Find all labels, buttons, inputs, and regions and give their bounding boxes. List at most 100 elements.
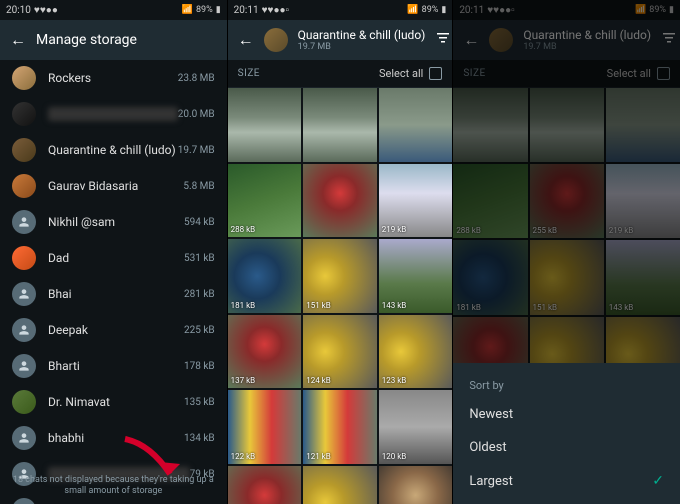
avatar <box>12 174 36 198</box>
thumb-size: 123 kB <box>382 376 407 385</box>
media-grid: 288 kB 219 kB 181 kB 151 kB 143 kB 137 kB 124 … <box>228 88 453 504</box>
media-thumb[interactable]: 121 kB <box>303 390 377 464</box>
thumb-size: 137 kB <box>231 376 256 385</box>
media-thumb[interactable]: 119 kB <box>303 466 377 504</box>
chat-size: 20.0 MB <box>178 109 215 120</box>
chat-item[interactable]: ██████20.0 MB <box>0 96 227 132</box>
thumb-size: 151 kB <box>306 301 331 310</box>
sort-icon[interactable] <box>435 30 451 50</box>
chat-item[interactable]: Dr. Nimavat135 kB <box>0 384 227 420</box>
header: ← Quarantine & chill (ludo) 19.7 MB <box>228 20 453 60</box>
panel-sort-sheet: 20:11♥♥●●▫ 📶89%▮ ← Quarantine & chill (l… <box>453 0 680 504</box>
back-icon[interactable]: ← <box>10 30 26 50</box>
chat-item[interactable]: Rockers23.8 MB <box>0 60 227 96</box>
chat-item[interactable]: Quarantine & chill (ludo)19.7 MB <box>0 132 227 168</box>
chat-item[interactable]: Gaurav Bidasaria5.8 MB <box>0 168 227 204</box>
avatar <box>12 318 36 342</box>
thumb-size: 219 kB <box>382 225 407 234</box>
thumb-size: 288 kB <box>231 225 256 234</box>
sort-option[interactable]: Largest✓ <box>453 464 680 498</box>
avatar <box>12 282 36 306</box>
media-thumb[interactable]: 143 kB <box>379 239 453 313</box>
media-thumb[interactable]: 219 kB <box>379 164 453 238</box>
chat-item[interactable]: Dad531 kB <box>0 240 227 276</box>
avatar <box>12 498 36 504</box>
media-thumb[interactable]: 288 kB <box>228 164 302 238</box>
chat-name: Dr. Nimavat <box>48 395 184 409</box>
chat-size: 19.7 MB <box>298 42 426 52</box>
media-thumb[interactable] <box>303 164 377 238</box>
media-thumb[interactable]: 119 kB <box>228 466 302 504</box>
thumb-size: 181 kB <box>231 301 256 310</box>
chat-name: Quarantine & chill (ludo) <box>48 143 178 157</box>
media-thumb[interactable]: 123 kB <box>379 315 453 389</box>
select-all[interactable]: Select all <box>379 67 442 80</box>
chat-item[interactable]: Nikhil @sam594 kB <box>0 204 227 240</box>
chat-name: bhabhi <box>48 431 184 445</box>
status-time: 20:11 <box>234 5 259 16</box>
chat-list: Rockers23.8 MB██████20.0 MBQuarantine & … <box>0 60 227 504</box>
sort-title: Sort by <box>453 373 680 398</box>
chat-name: Bharti <box>48 359 184 373</box>
chat-title: Quarantine & chill (ludo) <box>298 28 426 42</box>
chat-name: Dad <box>48 251 184 265</box>
chat-size: 178 kB <box>184 361 215 372</box>
avatar <box>12 426 36 450</box>
page-title: Manage storage <box>36 32 217 48</box>
check-icon: ✓ <box>652 473 664 489</box>
chat-size: 134 kB <box>184 433 215 444</box>
thumb-size: 124 kB <box>306 376 331 385</box>
avatar <box>12 210 36 234</box>
chat-item[interactable]: Bharti178 kB <box>0 348 227 384</box>
thumb-size: 120 kB <box>382 452 407 461</box>
media-thumb[interactable]: 124 kB <box>303 315 377 389</box>
avatar <box>12 390 36 414</box>
chat-name: ██████ <box>48 107 178 121</box>
avatar <box>12 102 36 126</box>
chat-size: 594 kB <box>184 217 215 228</box>
sort-bottom-sheet: Sort by NewestOldestLargest✓ <box>453 363 680 504</box>
status-bar: 20:11♥♥●●▫ 📶89%▮ <box>228 0 453 20</box>
chat-avatar <box>264 28 288 52</box>
media-thumb[interactable]: 181 kB <box>228 239 302 313</box>
sort-option[interactable]: Oldest <box>453 431 680 464</box>
chat-name: Gaurav Bidasaria <box>48 179 183 193</box>
chat-name: Deepak <box>48 323 184 337</box>
avatar <box>12 138 36 162</box>
avatar <box>12 66 36 90</box>
chat-size: 5.8 MB <box>183 181 214 192</box>
chat-item[interactable]: bhabhi134 kB <box>0 420 227 456</box>
chat-size: 19.7 MB <box>178 145 215 156</box>
chat-name: Bhai <box>48 287 184 301</box>
thumb-size: 121 kB <box>306 452 331 461</box>
avatar <box>12 246 36 270</box>
media-thumb[interactable]: 137 kB <box>228 315 302 389</box>
panel-media-grid: 20:11♥♥●●▫ 📶89%▮ ← Quarantine & chill (l… <box>227 0 454 504</box>
chat-size: 225 kB <box>184 325 215 336</box>
size-row: SIZE Select all <box>228 60 453 88</box>
status-battery: 89% <box>196 5 213 15</box>
chat-size: 281 kB <box>184 289 215 300</box>
media-thumb[interactable] <box>228 88 302 162</box>
header: ← Manage storage <box>0 20 227 60</box>
footer-note: 18 chats not displayed because they're t… <box>0 475 227 498</box>
avatar <box>12 354 36 378</box>
media-thumb[interactable]: 151 kB <box>303 239 377 313</box>
status-bar: 20:10♥♥●● 📶89%▮ <box>0 0 227 20</box>
thumb-size: 143 kB <box>382 301 407 310</box>
size-label: SIZE <box>238 68 260 79</box>
media-thumb[interactable]: 102 kB <box>379 466 453 504</box>
chat-name: Rockers <box>48 71 178 85</box>
back-icon[interactable]: ← <box>238 30 254 50</box>
chat-size: 135 kB <box>184 397 215 408</box>
chat-item[interactable]: Deepak225 kB <box>0 312 227 348</box>
chat-name: Nikhil @sam <box>48 215 184 229</box>
checkbox-icon[interactable] <box>429 67 442 80</box>
media-thumb[interactable] <box>379 88 453 162</box>
media-thumb[interactable]: 120 kB <box>379 390 453 464</box>
status-time: 20:10 <box>6 5 31 16</box>
chat-item[interactable]: Bhai281 kB <box>0 276 227 312</box>
media-thumb[interactable]: 122 kB <box>228 390 302 464</box>
media-thumb[interactable] <box>303 88 377 162</box>
sort-option[interactable]: Newest <box>453 398 680 431</box>
